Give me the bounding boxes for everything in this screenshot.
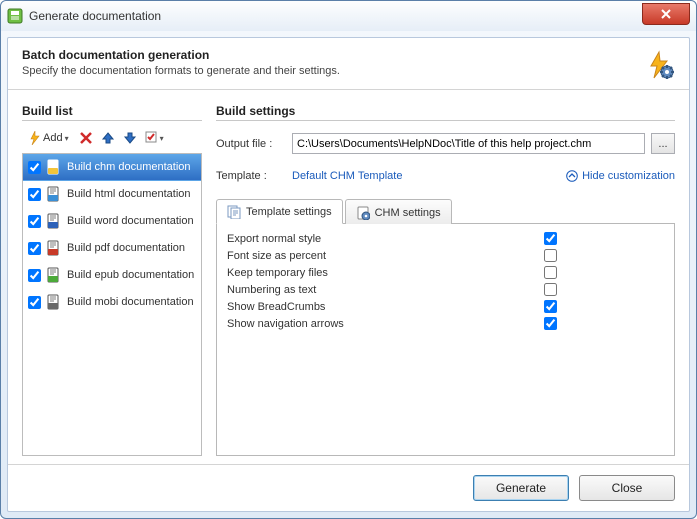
banner-sub: Specify the documentation formats to gen… xyxy=(22,65,675,77)
output-file-label: Output file : xyxy=(216,138,286,150)
tab-label: CHM settings xyxy=(375,207,441,219)
list-item-label: Build mobi documentation xyxy=(67,296,194,308)
build-settings-panel: Build settings Output file : ... Templat… xyxy=(216,104,675,456)
option-label: Show navigation arrows xyxy=(227,318,544,330)
close-button[interactable]: Close xyxy=(579,475,675,501)
word-file-icon xyxy=(46,213,62,229)
dialog-body: Batch documentation generation Specify t… xyxy=(7,37,690,512)
list-item-checkbox[interactable] xyxy=(28,296,41,309)
option-checkbox[interactable] xyxy=(544,317,557,330)
option-checkbox[interactable] xyxy=(544,232,557,245)
hide-customization-label: Hide customization xyxy=(582,170,675,182)
mobi-file-icon xyxy=(46,294,62,310)
footer: Generate Close xyxy=(8,464,689,511)
tab-icon xyxy=(227,205,241,219)
option-checkbox[interactable] xyxy=(544,283,557,296)
list-item-label: Build html documentation xyxy=(67,188,191,200)
window-title: Generate documentation xyxy=(29,9,161,23)
option-row: Font size as percent xyxy=(227,247,664,264)
option-label: Export normal style xyxy=(227,233,544,245)
list-item-checkbox[interactable] xyxy=(28,242,41,255)
template-link[interactable]: Default CHM Template xyxy=(292,170,402,182)
generate-button[interactable]: Generate xyxy=(473,475,569,501)
option-row: Show BreadCrumbs xyxy=(227,298,664,315)
list-item-label: Build word documentation xyxy=(67,215,194,227)
move-up-button[interactable] xyxy=(98,128,118,148)
list-item[interactable]: Build word documentation xyxy=(23,208,201,235)
build-settings-heading: Build settings xyxy=(216,104,675,121)
lightning-gear-icon xyxy=(645,50,675,80)
template-label: Template : xyxy=(216,170,286,182)
option-row: Numbering as text xyxy=(227,281,664,298)
list-item[interactable]: Build chm documentation xyxy=(23,154,201,181)
tab-template-settings[interactable]: Template settings xyxy=(216,199,343,224)
option-row: Show navigation arrows xyxy=(227,315,664,332)
output-file-row: Output file : ... xyxy=(216,133,675,154)
dropdown-caret-icon: ▾ xyxy=(160,134,164,143)
build-list-panel: Build list Add ▾ xyxy=(22,104,202,456)
build-list-heading: Build list xyxy=(22,104,202,121)
option-checkbox[interactable] xyxy=(544,266,557,279)
option-label: Show BreadCrumbs xyxy=(227,301,544,313)
option-label: Numbering as text xyxy=(227,284,544,296)
move-down-button[interactable] xyxy=(120,128,140,148)
list-item-checkbox[interactable] xyxy=(28,188,41,201)
build-list-toolbar: Add ▾ ▾ xyxy=(22,125,202,151)
add-button[interactable]: Add ▾ xyxy=(24,128,74,148)
list-item-label: Build epub documentation xyxy=(67,269,194,281)
app-icon xyxy=(7,8,23,24)
option-label: Font size as percent xyxy=(227,250,544,262)
close-window-button[interactable] xyxy=(642,3,690,25)
list-item[interactable]: Build mobi documentation xyxy=(23,289,201,316)
add-label: Add xyxy=(43,132,63,144)
option-checkbox[interactable] xyxy=(544,300,557,313)
tab-chm-settings[interactable]: CHM settings xyxy=(345,199,452,224)
html-file-icon xyxy=(46,186,62,202)
tab-icon xyxy=(356,206,370,220)
build-list[interactable]: Build chm documentation Build html docume… xyxy=(22,153,202,456)
tab-label: Template settings xyxy=(246,206,332,218)
list-item-checkbox[interactable] xyxy=(28,161,41,174)
delete-button[interactable] xyxy=(76,128,96,148)
list-item[interactable]: Build html documentation xyxy=(23,181,201,208)
browse-button[interactable]: ... xyxy=(651,133,675,154)
list-item[interactable]: Build pdf documentation xyxy=(23,235,201,262)
dropdown-caret-icon: ▾ xyxy=(65,134,69,143)
titlebar[interactable]: Generate documentation xyxy=(1,1,696,31)
option-label: Keep temporary files xyxy=(227,267,544,279)
option-row: Keep temporary files xyxy=(227,264,664,281)
output-file-input[interactable] xyxy=(292,133,645,154)
settings-tabs: Template settings CHM settings xyxy=(216,198,675,224)
banner: Batch documentation generation Specify t… xyxy=(8,38,689,90)
epub-file-icon xyxy=(46,267,62,283)
option-checkbox[interactable] xyxy=(544,249,557,262)
collapse-icon xyxy=(566,170,578,182)
list-item-checkbox[interactable] xyxy=(28,269,41,282)
banner-heading: Batch documentation generation xyxy=(22,48,675,62)
template-row: Template : Default CHM Template Hide cus… xyxy=(216,170,675,182)
hide-customization-link[interactable]: Hide customization xyxy=(566,170,675,182)
pdf-file-icon xyxy=(46,240,62,256)
list-item[interactable]: Build epub documentation xyxy=(23,262,201,289)
content: Build list Add ▾ xyxy=(8,90,689,464)
list-item-checkbox[interactable] xyxy=(28,215,41,228)
list-item-label: Build chm documentation xyxy=(67,161,191,173)
check-all-button[interactable]: ▾ xyxy=(142,128,167,148)
dialog-window: Generate documentation Batch documentati… xyxy=(0,0,697,519)
chm-file-icon xyxy=(46,159,62,175)
list-item-label: Build pdf documentation xyxy=(67,242,185,254)
option-row: Export normal style xyxy=(227,230,664,247)
template-settings-pane: Export normal style Font size as percent K… xyxy=(216,224,675,456)
bolt-icon xyxy=(29,131,41,145)
